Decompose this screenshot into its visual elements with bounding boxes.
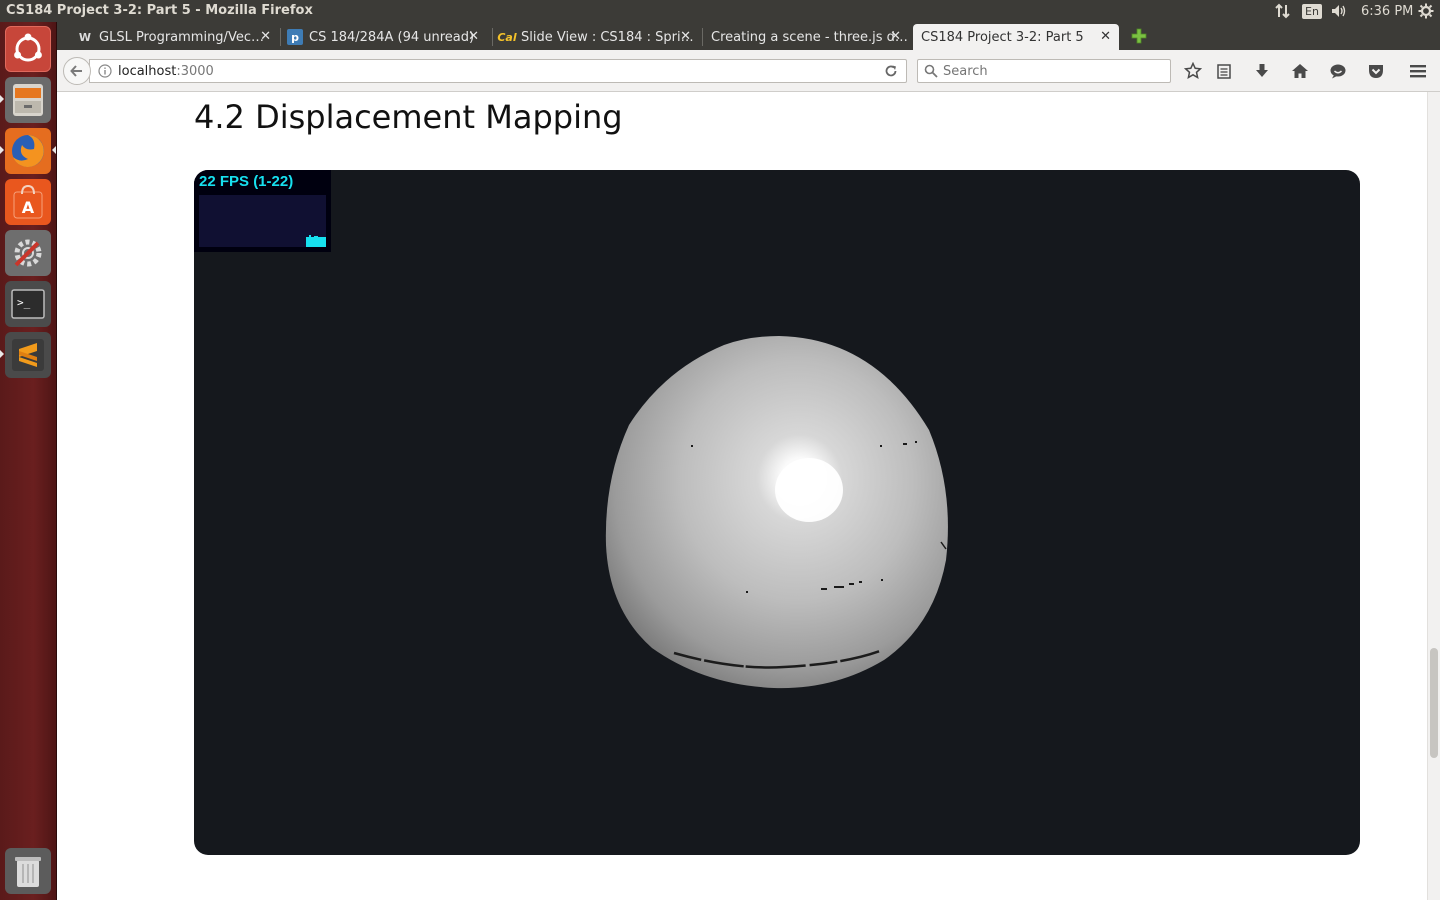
pocket-icon[interactable] [1366, 62, 1386, 80]
tab-separator [492, 28, 493, 46]
close-tab-icon[interactable]: ✕ [890, 29, 901, 44]
tab-piazza[interactable]: p CS 184/284A (94 unread) ✕ [287, 24, 487, 50]
keyboard-layout-label: En [1302, 3, 1322, 19]
reload-icon[interactable] [883, 63, 899, 79]
files-launcher-button[interactable] [5, 77, 51, 123]
wiki-icon: W [78, 30, 92, 44]
sublime-launcher-button[interactable] [5, 332, 51, 378]
firefox-running-indicator [0, 146, 4, 154]
firefox-icon [12, 135, 44, 167]
fps-readout: 22 FPS (1-22) [199, 173, 294, 190]
hello-chat-icon[interactable] [1328, 62, 1348, 80]
fps-stats-panel[interactable]: 22 FPS (1-22) [194, 170, 331, 252]
network-icon[interactable] [1274, 0, 1292, 22]
tab-separator [702, 28, 703, 46]
page-heading: 4.2 Displacement Mapping [194, 98, 623, 136]
firefox-window: W GLSL Programming/Vec… ✕ p CS 184/284A … [57, 22, 1440, 900]
gear-icon[interactable] [1418, 0, 1434, 22]
firefox-launcher-button[interactable] [5, 128, 51, 174]
tab-label: CS184 Project 3-2: Part 5 [921, 29, 1084, 45]
files-running-indicator [0, 95, 4, 103]
displaced-sphere-render [605, 336, 948, 689]
piazza-icon: p [287, 29, 303, 45]
new-tab-icon[interactable] [1130, 27, 1148, 45]
navigation-toolbar: localhost:3000 [57, 50, 1440, 92]
cal-icon: Cal [497, 30, 517, 44]
close-tab-icon[interactable]: ✕ [1100, 29, 1111, 44]
window-title: CS184 Project 3-2: Part 5 - Mozilla Fire… [6, 3, 313, 18]
page-content: 4.2 Displacement Mapping 22 FPS (1-22) [57, 92, 1440, 900]
url-text[interactable]: localhost:3000 [118, 64, 214, 79]
tab-glsl-programming[interactable]: W GLSL Programming/Vec… ✕ [77, 24, 279, 50]
trash-icon [15, 857, 41, 887]
volume-icon[interactable] [1330, 0, 1348, 22]
downloads-icon[interactable] [1252, 62, 1272, 80]
scrollbar-thumb[interactable] [1430, 648, 1438, 758]
tab-slide-view[interactable]: Cal Slide View : CS184 : Spri… ✕ [497, 24, 699, 50]
software-center-button[interactable]: A [5, 179, 51, 225]
hamburger-menu-icon[interactable] [1408, 62, 1428, 80]
bookmark-star-icon[interactable] [1183, 62, 1203, 80]
back-arrow-icon [70, 65, 82, 77]
tab-separator [280, 28, 281, 46]
search-box[interactable] [917, 59, 1171, 83]
unity-launcher: A >_ [0, 22, 57, 900]
system-settings-button[interactable] [5, 230, 51, 276]
close-tab-icon[interactable]: ✕ [260, 29, 271, 44]
svg-text:>_: >_ [17, 296, 31, 309]
dash-home-button[interactable] [5, 26, 51, 72]
tab-threejs-docs[interactable]: Creating a scene - three.js d… ✕ [707, 24, 909, 50]
vertical-scrollbar[interactable] [1427, 92, 1440, 900]
tab-label: Slide View : CS184 : Spri… [521, 29, 694, 45]
fps-graph-bars [306, 235, 326, 247]
wrench-gear-icon [14, 239, 42, 267]
clock[interactable]: 6:36 PM [1361, 0, 1413, 22]
ubuntu-logo-icon [14, 33, 42, 62]
close-tab-icon[interactable]: ✕ [680, 29, 691, 44]
trash-launcher-button[interactable] [5, 848, 51, 894]
sublime-running-indicator [0, 350, 4, 358]
url-port: :3000 [176, 63, 214, 79]
url-bar[interactable]: localhost:3000 [89, 59, 907, 83]
info-icon[interactable] [94, 64, 116, 78]
firefox-focused-indicator [52, 146, 56, 154]
search-input[interactable] [943, 63, 1153, 79]
keyboard-layout-indicator[interactable]: En [1302, 0, 1322, 22]
reading-list-icon[interactable] [1214, 62, 1234, 80]
home-icon[interactable] [1290, 62, 1310, 80]
tab-label: GLSL Programming/Vec… [99, 29, 264, 45]
tab-label: CS 184/284A (94 unread) [309, 29, 475, 45]
specular-highlight [775, 458, 843, 522]
shopping-bag-icon: A [13, 184, 43, 219]
tab-strip: W GLSL Programming/Vec… ✕ p CS 184/284A … [57, 22, 1440, 50]
sublime-icon [12, 339, 44, 371]
back-button[interactable] [63, 57, 91, 85]
terminal-icon: >_ [11, 289, 45, 319]
close-tab-icon[interactable]: ✕ [468, 29, 479, 44]
file-cabinet-icon [13, 84, 43, 116]
tab-label: Creating a scene - three.js d… [711, 29, 908, 45]
url-host: localhost [118, 63, 177, 79]
sphere-body [605, 336, 948, 689]
fps-graph [199, 195, 326, 247]
terminal-launcher-button[interactable]: >_ [5, 281, 51, 327]
webgl-canvas[interactable]: 22 FPS (1-22) [194, 170, 1360, 855]
search-icon [924, 64, 938, 78]
system-top-panel: CS184 Project 3-2: Part 5 - Mozilla Fire… [0, 0, 1440, 22]
svg-text:A: A [22, 198, 35, 217]
tab-cs184-project[interactable]: CS184 Project 3-2: Part 5 ✕ [913, 24, 1119, 50]
